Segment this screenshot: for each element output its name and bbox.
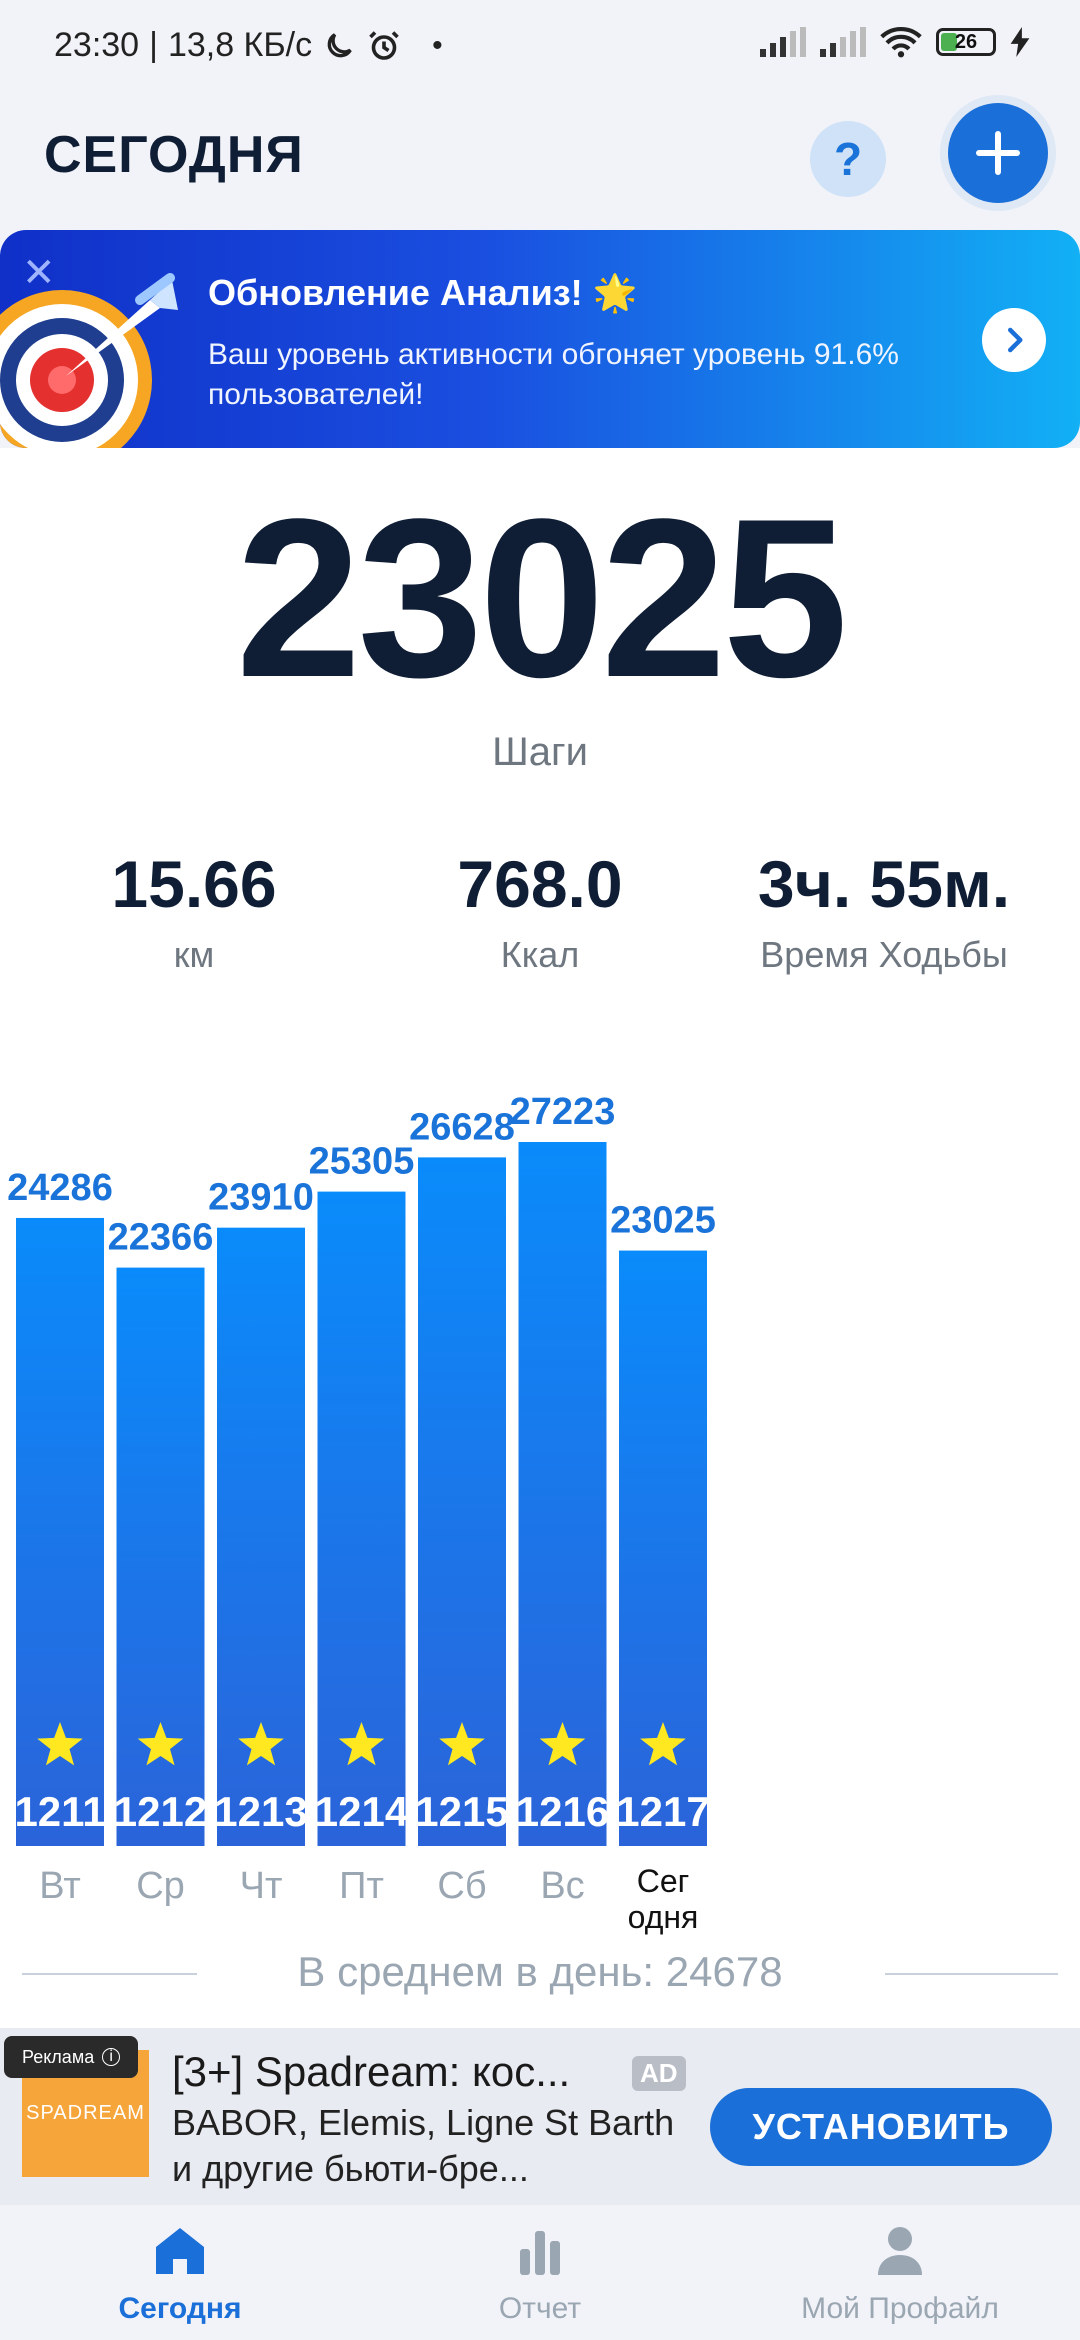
day-label: Сб (437, 1865, 486, 1907)
bar-value-label: 27223 (510, 1091, 616, 1133)
banner-title: Обновление Анализ! 🌟 (208, 272, 638, 313)
day-label: Сег (637, 1863, 690, 1899)
bar-badge-number: 1216 (516, 1788, 609, 1835)
bar-chart-icon (520, 2231, 560, 2275)
day-label: Чт (240, 1865, 283, 1907)
bar-value-label: 24286 (7, 1167, 113, 1209)
signal-icon (820, 27, 866, 57)
help-button[interactable]: ? (810, 121, 886, 197)
banner-text: Ваш уровень активности обгоняет уровень … (208, 338, 899, 411)
profile-icon (878, 2227, 922, 2275)
ad-label: Реклама i (4, 2036, 139, 2078)
day-label: Ср (136, 1865, 185, 1907)
bar-badge-number: 1211 (14, 1788, 105, 1835)
add-button[interactable] (948, 103, 1048, 203)
alarm-icon (369, 30, 399, 60)
bar[interactable] (619, 1250, 707, 1846)
bar-badge-number: 1213 (214, 1788, 307, 1835)
info-icon: i (102, 2048, 121, 2066)
day-label: Вт (39, 1865, 81, 1907)
ad-description: BABOR, Elemis, Ligne St Barth и другие б… (172, 2102, 675, 2189)
status-bar: 23:30 | 13,8 КБ/с • 26 (0, 0, 1080, 95)
status-left: 23:30 | 13,8 КБ/с • (54, 26, 443, 64)
header: СЕГОДНЯ ? (0, 95, 1080, 230)
charging-icon (1010, 27, 1030, 57)
divider-right (885, 1973, 1058, 1975)
bar-value-label: 25305 (309, 1141, 415, 1183)
bar-badge-number: 1212 (114, 1788, 207, 1835)
bar-badge-number: 1217 (616, 1788, 709, 1835)
bar-value-label: 26628 (409, 1106, 515, 1148)
steps-section: 23025 Шаги 15.66 км 768.0 Ккал 3ч. 55м. … (0, 448, 1080, 2028)
bar[interactable] (116, 1267, 205, 1846)
bar-badge-number: 1215 (415, 1788, 508, 1835)
plus-icon (976, 131, 1020, 175)
status-right: 26 (760, 26, 1030, 58)
network-speed: 13,8 КБ/с (167, 26, 313, 64)
tab-today[interactable]: Сегодня (0, 2225, 360, 2326)
signal-icon (760, 27, 806, 57)
day-label: одня (628, 1899, 699, 1935)
ad-title: [3+] Spadream: кос... (172, 2048, 571, 2095)
dot-icon: • (432, 28, 443, 62)
weekly-steps-chart: 24286 1211 Вт 22366 1212 Ср 23910 1213 Чт 25305 12… (7, 1091, 716, 1935)
tab-report[interactable]: Отчет (360, 2225, 720, 2326)
bar-value-label: 23910 (208, 1177, 314, 1219)
chevron-right-icon[interactable] (982, 308, 1046, 372)
page-title: СЕГОДНЯ (44, 126, 304, 184)
moon-icon (327, 32, 352, 57)
bar-badge-number: 1214 (315, 1788, 409, 1835)
day-label: Пт (339, 1865, 384, 1907)
status-time: 23:30 (54, 26, 140, 64)
install-button[interactable]: УСТАНОВИТЬ (710, 2088, 1052, 2166)
home-icon (156, 2228, 204, 2274)
bar-value-label: 23025 (610, 1200, 716, 1242)
day-label: Вс (540, 1865, 584, 1907)
banner-close-icon[interactable]: ✕ (22, 250, 56, 296)
ad-banner[interactable]: Реклама i SPADREAM [3+] Spadream: кос...… (0, 2028, 1080, 2205)
ad-tag: AD (632, 2056, 686, 2091)
tab-profile[interactable]: Мой Профайл (720, 2225, 1080, 2326)
bar-value-label: 22366 (108, 1217, 214, 1259)
bottom-nav: Сегодня Отчет Мой Профайл (0, 2205, 1080, 2340)
analysis-banner[interactable]: ✕ Обновление Анализ! 🌟 Ваш уровень актив… (0, 230, 1080, 448)
daily-average: В среднем в день: 24678 (297, 1948, 783, 1995)
battery-icon: 26 (936, 28, 996, 56)
wifi-icon (880, 26, 922, 58)
